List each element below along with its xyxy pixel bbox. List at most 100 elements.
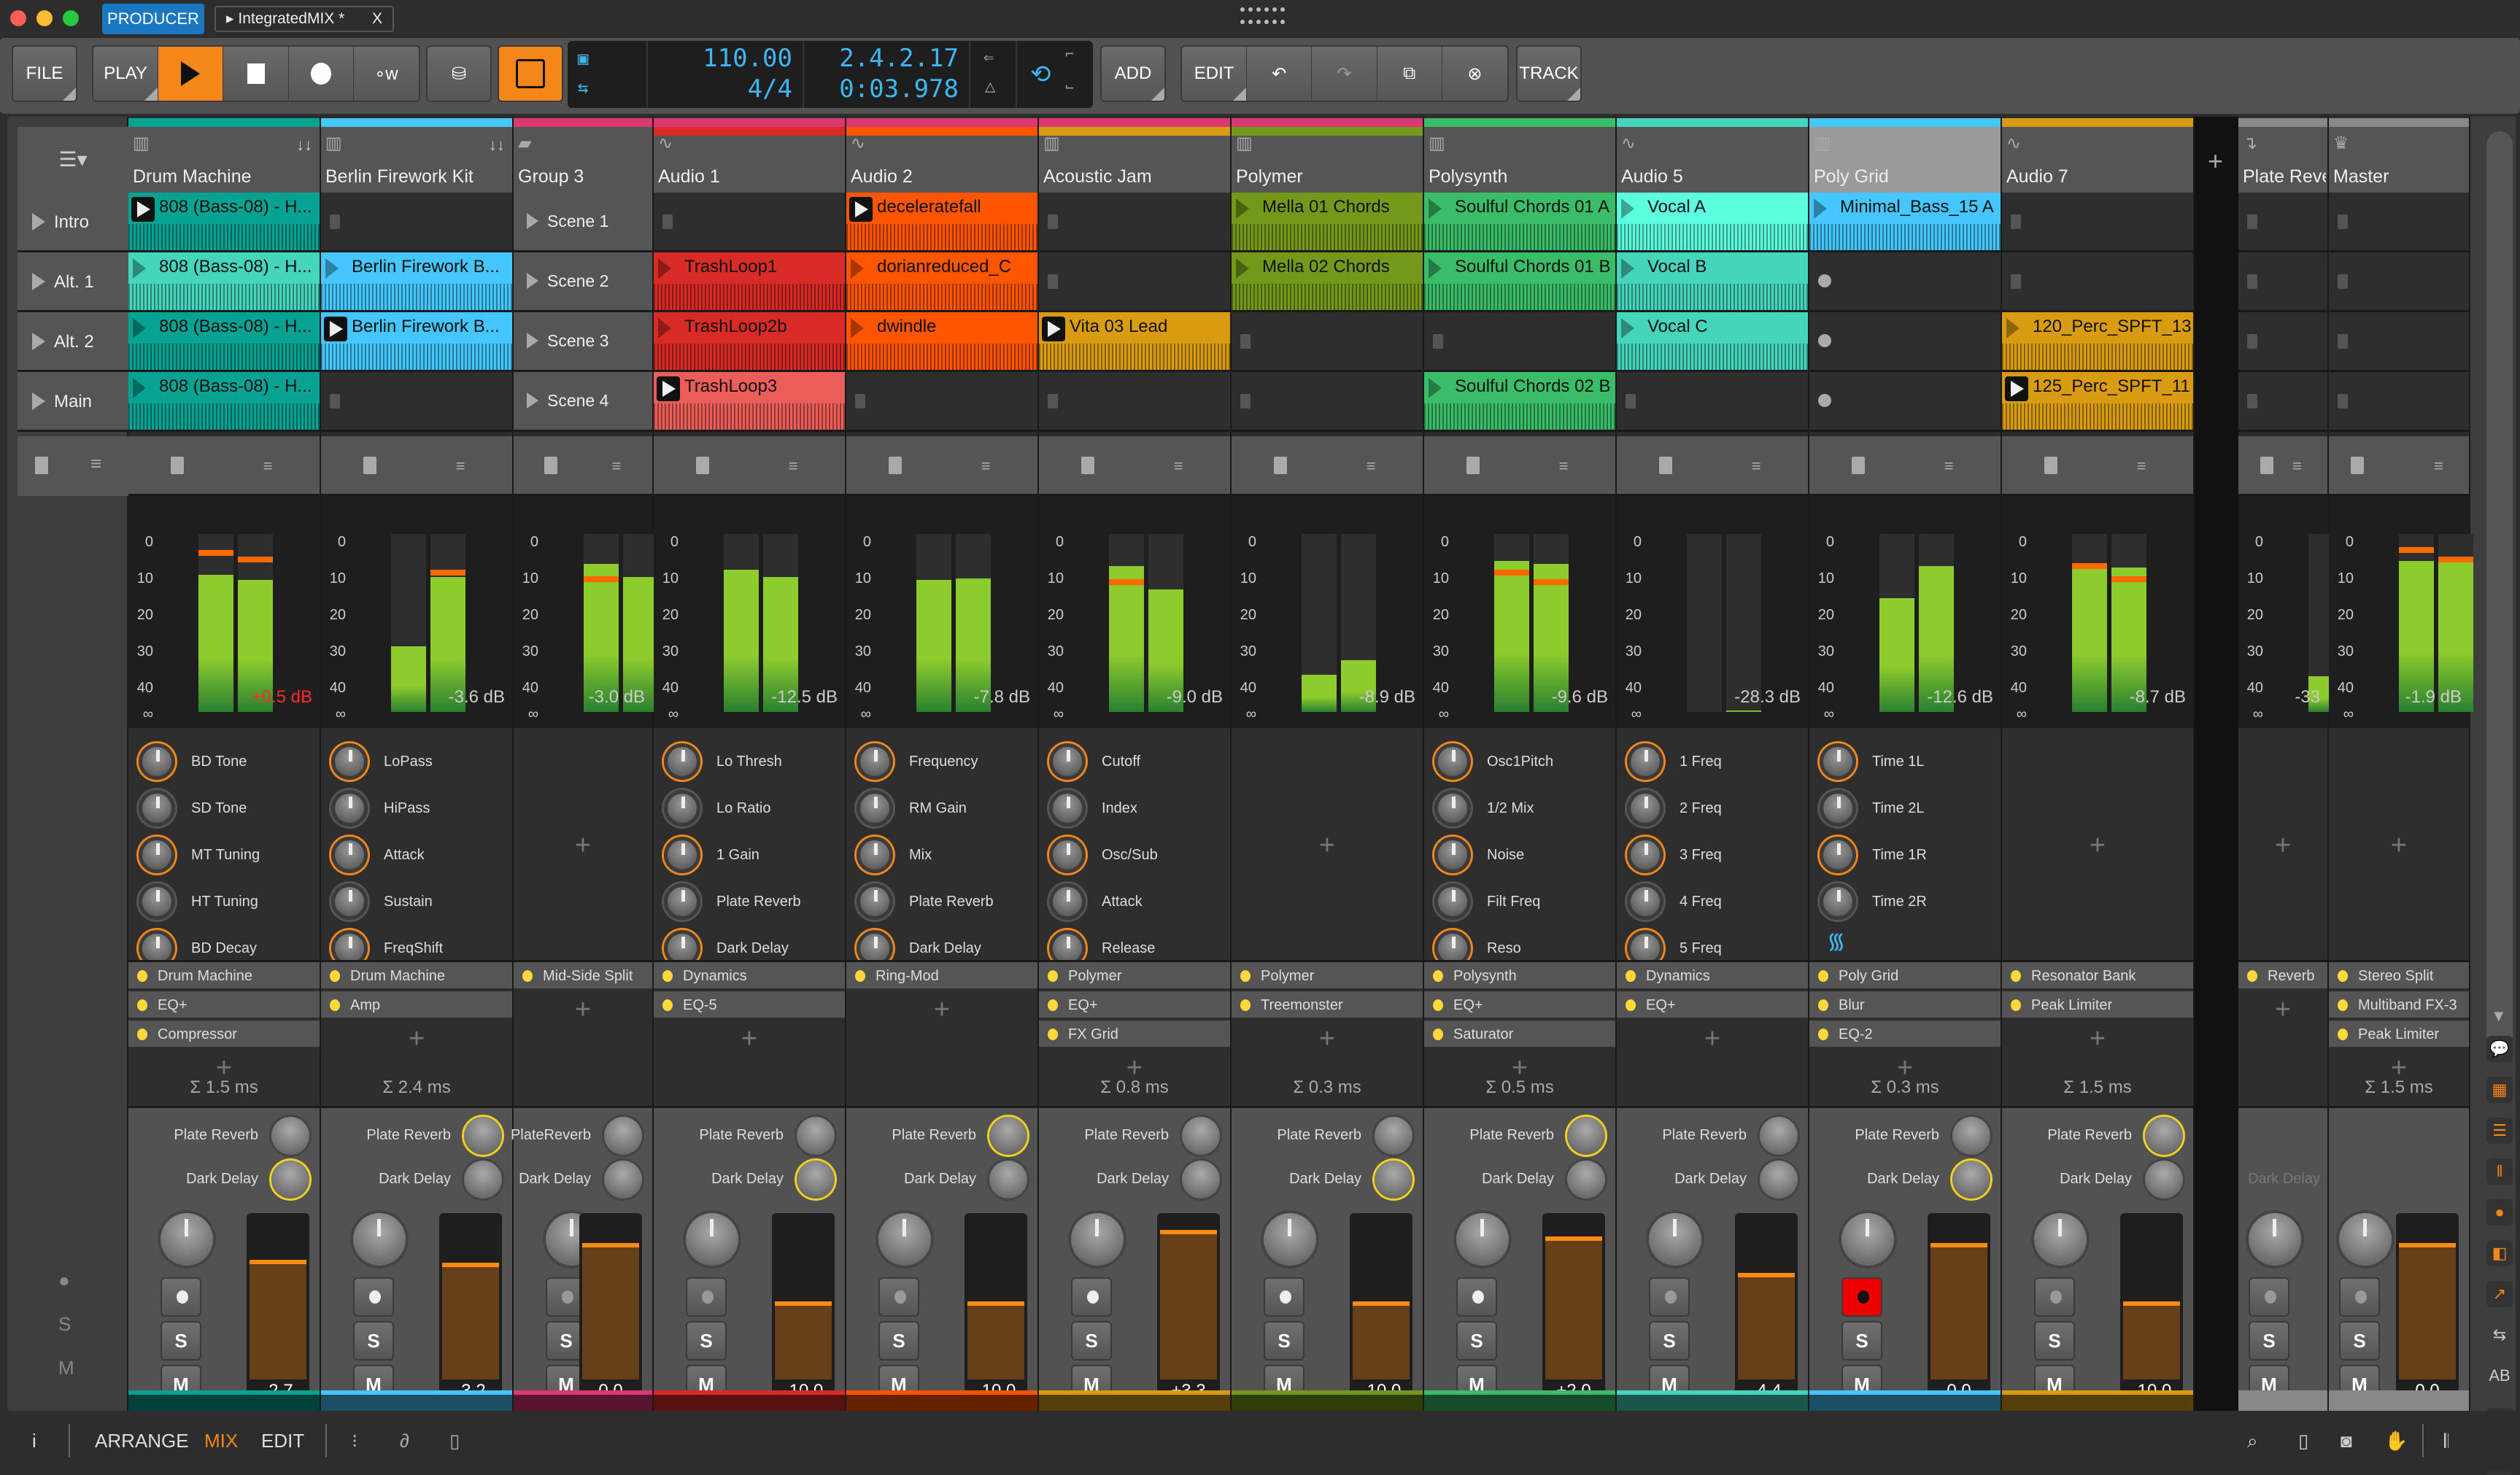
track-header[interactable]: ∿ Audio 2 — [846, 127, 1037, 193]
crossfade-panel-icon[interactable]: ↗ — [2486, 1281, 2513, 1307]
remote-knob[interactable] — [1820, 837, 1856, 873]
meter-panel-icon[interactable]: ‖ — [2486, 1158, 2513, 1185]
volume-fader[interactable]: 0.0 — [579, 1213, 642, 1404]
volume-fader[interactable]: -10.0 — [965, 1213, 1027, 1404]
keyboard-icon[interactable]: 𝄃 — [2444, 1430, 2449, 1453]
tempo-value[interactable]: 110.00 — [703, 44, 792, 73]
pan-knob[interactable] — [2034, 1213, 2087, 1266]
ab-crossfader-icon[interactable]: AB — [2486, 1363, 2513, 1389]
remote-control[interactable]: Osc/Sub — [1049, 832, 1158, 878]
pan-knob[interactable] — [353, 1213, 406, 1266]
stop-clip-button[interactable] — [544, 457, 558, 474]
clip-playing-icon[interactable] — [131, 197, 155, 222]
send-control[interactable]: Dark Delay — [2002, 1158, 2193, 1201]
volume-fader[interactable]: -10.0 — [2120, 1213, 2183, 1404]
record-arm-button[interactable] — [1649, 1277, 1690, 1317]
clip[interactable]: 808 (Bass-08) - H... — [128, 312, 320, 370]
clip-slot[interactable]: Scene 3 — [514, 312, 652, 372]
remote-control[interactable]: HiPass — [331, 785, 430, 832]
send-control[interactable]: Dark Delay — [654, 1158, 845, 1201]
peak-db-readout[interactable]: -9.0 dB — [1167, 687, 1223, 708]
stop-clip-button[interactable] — [889, 457, 903, 474]
clip-slot[interactable] — [2238, 193, 2327, 252]
modulation-icon[interactable]: ∂ — [400, 1430, 409, 1452]
clip-slot[interactable]: Minimal_Bass_15 A — [1809, 193, 2001, 252]
clip-slot[interactable]: Scene 1 — [514, 193, 652, 252]
volume-fader[interactable]: +2.0 — [1542, 1213, 1605, 1404]
expand-drum-icon[interactable]: ↓↓ — [489, 136, 505, 155]
track-header[interactable]: ↴ Plate Reverb — [2238, 127, 2327, 193]
remote-knob[interactable] — [857, 837, 893, 873]
device-item[interactable]: Resonator Bank — [2002, 962, 2193, 990]
hand-tool-icon[interactable]: ✋ — [2384, 1430, 2408, 1452]
record-slot-icon[interactable] — [1818, 334, 1831, 347]
clip[interactable]: TrashLoop2b — [654, 312, 845, 370]
track-name[interactable]: Berlin Firework Kit — [325, 166, 509, 187]
volume-fader[interactable]: +3.3 — [1157, 1213, 1220, 1404]
send-knob[interactable] — [2145, 1117, 2183, 1155]
track-name[interactable]: Audio 7 — [2006, 166, 2190, 187]
device-item[interactable]: EQ+ — [1039, 991, 1230, 1019]
send-knob[interactable] — [1952, 1117, 1990, 1155]
track-name[interactable]: Group 3 — [518, 166, 649, 187]
scroll-down-icon[interactable]: ▼ — [2491, 1007, 2507, 1026]
send-knob[interactable] — [464, 1117, 502, 1155]
add-to-library-button[interactable]: ⛁ — [428, 47, 490, 101]
remote-knob[interactable] — [1049, 837, 1086, 873]
clip[interactable]: Soulful Chords 02 B — [1424, 372, 1615, 430]
clip[interactable]: Mella 02 Chords — [1232, 252, 1423, 310]
device-item[interactable]: Peak Limiter — [2002, 991, 2193, 1019]
stop-clip-button[interactable] — [363, 457, 377, 474]
peak-db-readout[interactable]: -12.5 dB — [771, 687, 838, 708]
send-knob[interactable] — [604, 1117, 642, 1155]
solo-button[interactable]: S — [1456, 1321, 1497, 1360]
send-control[interactable]: Plate Reverb — [1039, 1114, 1230, 1158]
solo-button[interactable]: S — [878, 1321, 919, 1360]
track-name[interactable]: Polysynth — [1429, 166, 1612, 187]
clip-play-icon[interactable] — [1429, 198, 1442, 219]
remote-knob[interactable] — [1049, 743, 1086, 780]
time-signature-value[interactable]: 4/4 — [748, 74, 792, 104]
track-name[interactable]: Drum Machine — [133, 166, 317, 187]
remote-control[interactable]: Plate Reverb — [664, 878, 801, 925]
app-mode-badge[interactable]: PRODUCER — [102, 4, 204, 34]
clip-slot[interactable] — [1039, 193, 1230, 252]
send-knob[interactable] — [1567, 1117, 1605, 1155]
remote-control[interactable]: 1 Freq — [1627, 738, 1722, 785]
clip-play-icon[interactable] — [1814, 198, 1827, 219]
remote-control[interactable]: Time 2R — [1820, 878, 1927, 925]
device-item[interactable]: EQ+ — [1617, 991, 1808, 1019]
track-name[interactable]: Plate Reverb — [2243, 166, 2326, 187]
remote-knob[interactable] — [1049, 790, 1086, 826]
clip-play-icon[interactable] — [851, 318, 864, 338]
remote-control[interactable]: Index — [1049, 785, 1137, 832]
send-knob[interactable] — [797, 1117, 835, 1155]
remote-control[interactable]: Plate Reverb — [857, 878, 994, 925]
remote-knob[interactable] — [1627, 837, 1663, 873]
device-item[interactable]: Peak Limiter — [2329, 1021, 2469, 1048]
send-control[interactable]: Dark Delay — [1424, 1158, 1615, 1201]
clip-slot[interactable]: 808 (Bass-08) - H... — [128, 252, 320, 312]
track-header[interactable]: ▥ ↓↓ Berlin Firework Kit — [321, 127, 512, 193]
tempo-field[interactable]: 110.00 4/4 — [648, 41, 804, 108]
clip-slot[interactable] — [2002, 252, 2193, 312]
clip-slot[interactable] — [2329, 193, 2469, 252]
panel-layout-icon[interactable]: ▯ — [449, 1430, 460, 1452]
send-control[interactable]: Dark Delay — [1809, 1158, 2001, 1201]
clip-play-icon[interactable] — [1621, 258, 1634, 279]
clip-slot[interactable]: Soulful Chords 02 B — [1424, 372, 1615, 432]
record-slot-icon[interactable] — [1818, 394, 1831, 407]
clip-slot[interactable]: 125_Perc_SPFT_11 — [2002, 372, 2193, 432]
record-arm-button[interactable] — [1841, 1277, 1882, 1317]
clip-slot[interactable] — [2238, 312, 2327, 372]
clear-record-arm-icon[interactable]: ● — [58, 1269, 70, 1292]
remote-knob[interactable] — [1049, 883, 1086, 920]
device-item[interactable]: Dynamics — [1617, 962, 1808, 990]
send-knob[interactable] — [604, 1161, 642, 1199]
record-arm-button[interactable] — [1071, 1277, 1112, 1317]
send-control[interactable]: Plate Reverb — [1232, 1114, 1423, 1158]
send-control[interactable]: PlateReverb — [511, 1114, 652, 1158]
add-device-icon[interactable]: + — [2275, 830, 2291, 862]
clip-play-icon[interactable] — [133, 318, 146, 338]
send-knob[interactable] — [1760, 1161, 1798, 1199]
